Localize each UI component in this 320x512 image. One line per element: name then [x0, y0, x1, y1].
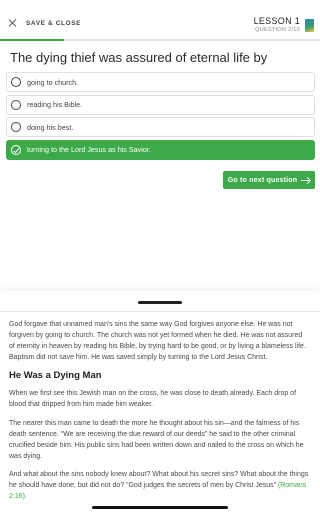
paragraph: And what about the sins nobody knew abou… — [9, 469, 309, 502]
book-cover-icon — [305, 19, 314, 32]
answer-option[interactable]: going to church. — [6, 72, 315, 92]
radio-icon — [11, 77, 21, 87]
top-bar: SAVE & CLOSE LESSON 1 QUESTION 2/10 — [0, 14, 320, 38]
answer-option-label: going to church. — [27, 77, 79, 87]
close-icon — [8, 18, 18, 28]
answer-option-label: turning to the Lord Jesus as his Savior. — [27, 145, 151, 155]
sheet-divider — [0, 311, 320, 312]
progress-bar — [0, 39, 320, 41]
lesson-info: LESSON 1 QUESTION 2/10 — [254, 16, 300, 33]
save-close-label: SAVE & CLOSE — [26, 19, 82, 27]
section-heading: He Was a Dying Man — [9, 370, 102, 382]
status-bar — [0, 0, 320, 14]
answer-options: going to church. reading his Bible. doin… — [6, 72, 315, 162]
answer-option-selected[interactable]: turning to the Lord Jesus as his Savior. — [6, 139, 315, 160]
sheet-drag-handle[interactable] — [138, 301, 182, 304]
answer-option-label: doing his best. — [27, 122, 74, 132]
answer-option-label: reading his Bible. — [27, 100, 83, 110]
paragraph: When we first see this Jewish man on the… — [9, 390, 297, 409]
lesson-reading-content[interactable]: God forgave that unnamed man's sins the … — [9, 319, 309, 509]
radio-icon — [11, 99, 21, 110]
arrow-right-icon — [301, 176, 310, 184]
answer-option[interactable]: doing his best. — [6, 117, 315, 138]
check-circle-icon — [11, 144, 21, 155]
next-question-label: Go to next question — [227, 176, 298, 184]
bottom-sheet[interactable]: God forgave that unnamed man's sins the … — [0, 291, 320, 512]
save-close-button[interactable]: SAVE & CLOSE — [8, 18, 81, 28]
paragraph: God forgave that unnamed man's sins the … — [9, 321, 306, 362]
radio-icon — [11, 122, 21, 133]
lesson-title: LESSON 1 — [253, 16, 300, 26]
progress-fill — [0, 39, 64, 41]
paragraph-text: And what about the sins nobody knew abou… — [9, 470, 309, 490]
question-text: The dying thief was assured of eternal l… — [10, 50, 268, 65]
question-counter: QUESTION 2/10 — [255, 27, 300, 33]
next-question-button[interactable]: Go to next question — [223, 171, 315, 189]
home-indicator — [92, 506, 228, 509]
answer-option[interactable]: reading his Bible. — [6, 94, 315, 115]
paragraph: The nearer this man came to death the mo… — [9, 419, 304, 460]
